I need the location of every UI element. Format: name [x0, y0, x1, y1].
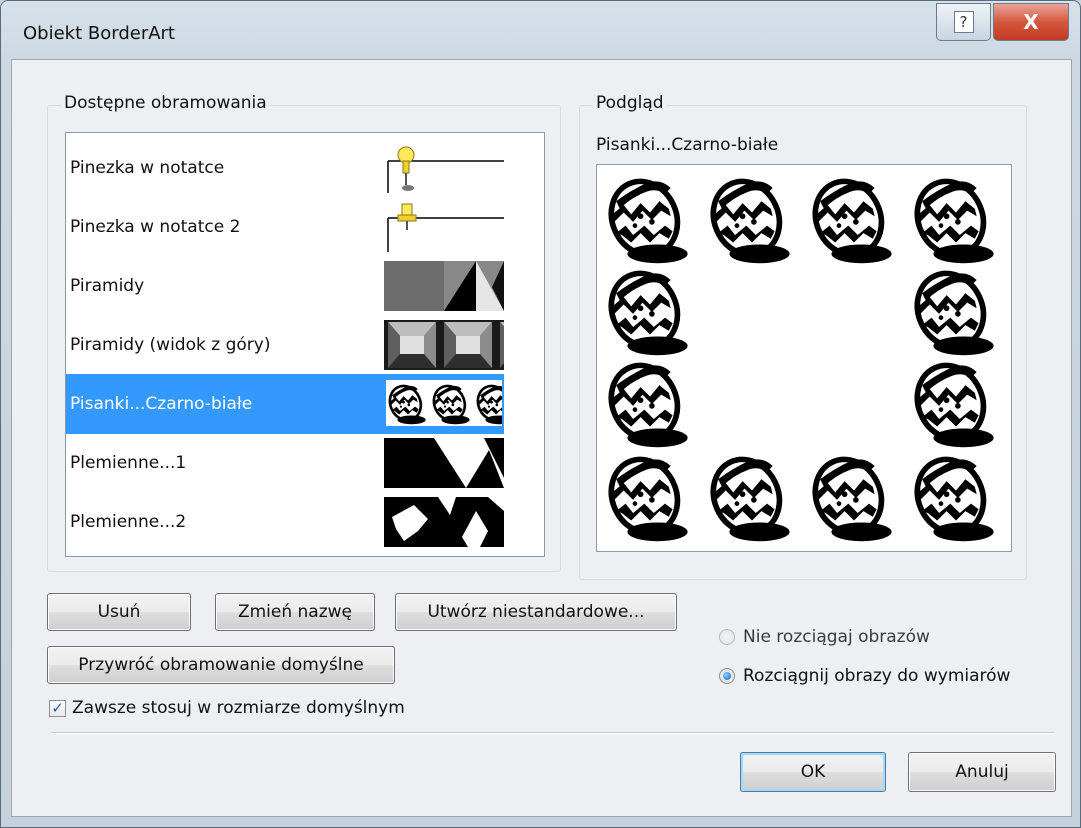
radio-stretch[interactable]: Rozciągnij obrazy do wymiarów — [719, 666, 1010, 686]
list-item-label: Piramidy (widok z góry) — [70, 335, 271, 355]
list-item[interactable]: Pinezka w notatce — [66, 138, 506, 198]
delete-button[interactable]: Usuń — [47, 593, 191, 631]
rename-button[interactable]: Zmień nazwę — [215, 593, 375, 631]
list-item[interactable]: Piramidy — [66, 256, 506, 316]
tribal-2-thumbnail — [384, 497, 504, 547]
help-button[interactable]: ? — [936, 3, 991, 41]
list-item[interactable]: Plemienne...1 — [66, 433, 506, 493]
separator — [51, 732, 1055, 734]
list-item-label: Plemienne...1 — [70, 453, 187, 473]
list-item-label: Pisanki...Czarno-białe — [70, 394, 253, 414]
list-item[interactable]: Piramidy (widok z góry) — [66, 315, 506, 375]
pyramids-thumbnail — [384, 261, 504, 311]
easter-eggs-thumbnail — [384, 378, 504, 428]
tribal-1-thumbnail — [384, 438, 504, 488]
close-icon: X — [1023, 10, 1039, 34]
radio-button-selected-icon[interactable] — [719, 668, 735, 684]
radio-label: Rozciągnij obrazy do wymiarów — [743, 666, 1011, 686]
pyramids-top-thumbnail — [384, 320, 504, 370]
close-button[interactable]: X — [993, 3, 1069, 41]
checkbox-label: Zawsze stosuj w rozmiarze domyślnym — [72, 698, 405, 718]
radio-button-icon[interactable] — [719, 629, 735, 645]
preview-border-name: Pisanki...Czarno-białe — [596, 135, 779, 155]
list-item-label: Piramidy — [70, 276, 145, 296]
list-item[interactable]: Pinezka w notatce 2 — [66, 197, 506, 257]
help-icon: ? — [953, 11, 974, 33]
list-item-selected[interactable]: Pisanki...Czarno-białe — [66, 374, 504, 434]
borders-listbox[interactable]: Pinezka w notatce Pinezka w notatce 2 Pi… — [65, 132, 545, 557]
radio-no-stretch[interactable]: Nie rozciągaj obrazów — [719, 627, 930, 647]
cancel-button[interactable]: Anuluj — [908, 752, 1056, 792]
radio-label: Nie rozciągaj obrazów — [743, 627, 930, 647]
window-title: Obiekt BorderArt — [23, 23, 175, 44]
borderart-dialog: Obiekt BorderArt ? X Dostępne obramowani… — [0, 0, 1081, 828]
always-default-size-checkbox[interactable]: ✓ Zawsze stosuj w rozmiarze domyślnym — [49, 698, 405, 718]
easter-egg-border-preview — [597, 165, 1011, 551]
preview-label: Podgląd — [593, 93, 667, 113]
pushpin-thumbnail — [384, 202, 504, 252]
list-item-label: Pinezka w notatce 2 — [70, 217, 241, 237]
list-item-label: Pinezka w notatce — [70, 158, 225, 178]
available-borders-label: Dostępne obramowania — [61, 93, 270, 113]
restore-default-button[interactable]: Przywróć obramowanie domyślne — [47, 646, 395, 684]
ok-button[interactable]: OK — [740, 752, 886, 792]
list-item[interactable]: Plemienne...2 — [66, 492, 506, 552]
checkmark-icon[interactable]: ✓ — [49, 699, 66, 717]
preview-canvas — [596, 164, 1012, 552]
create-custom-button[interactable]: Utwórz niestandardowe... — [395, 593, 677, 631]
pushpin-thumbnail — [384, 143, 504, 193]
list-item-label: Plemienne...2 — [70, 512, 187, 532]
